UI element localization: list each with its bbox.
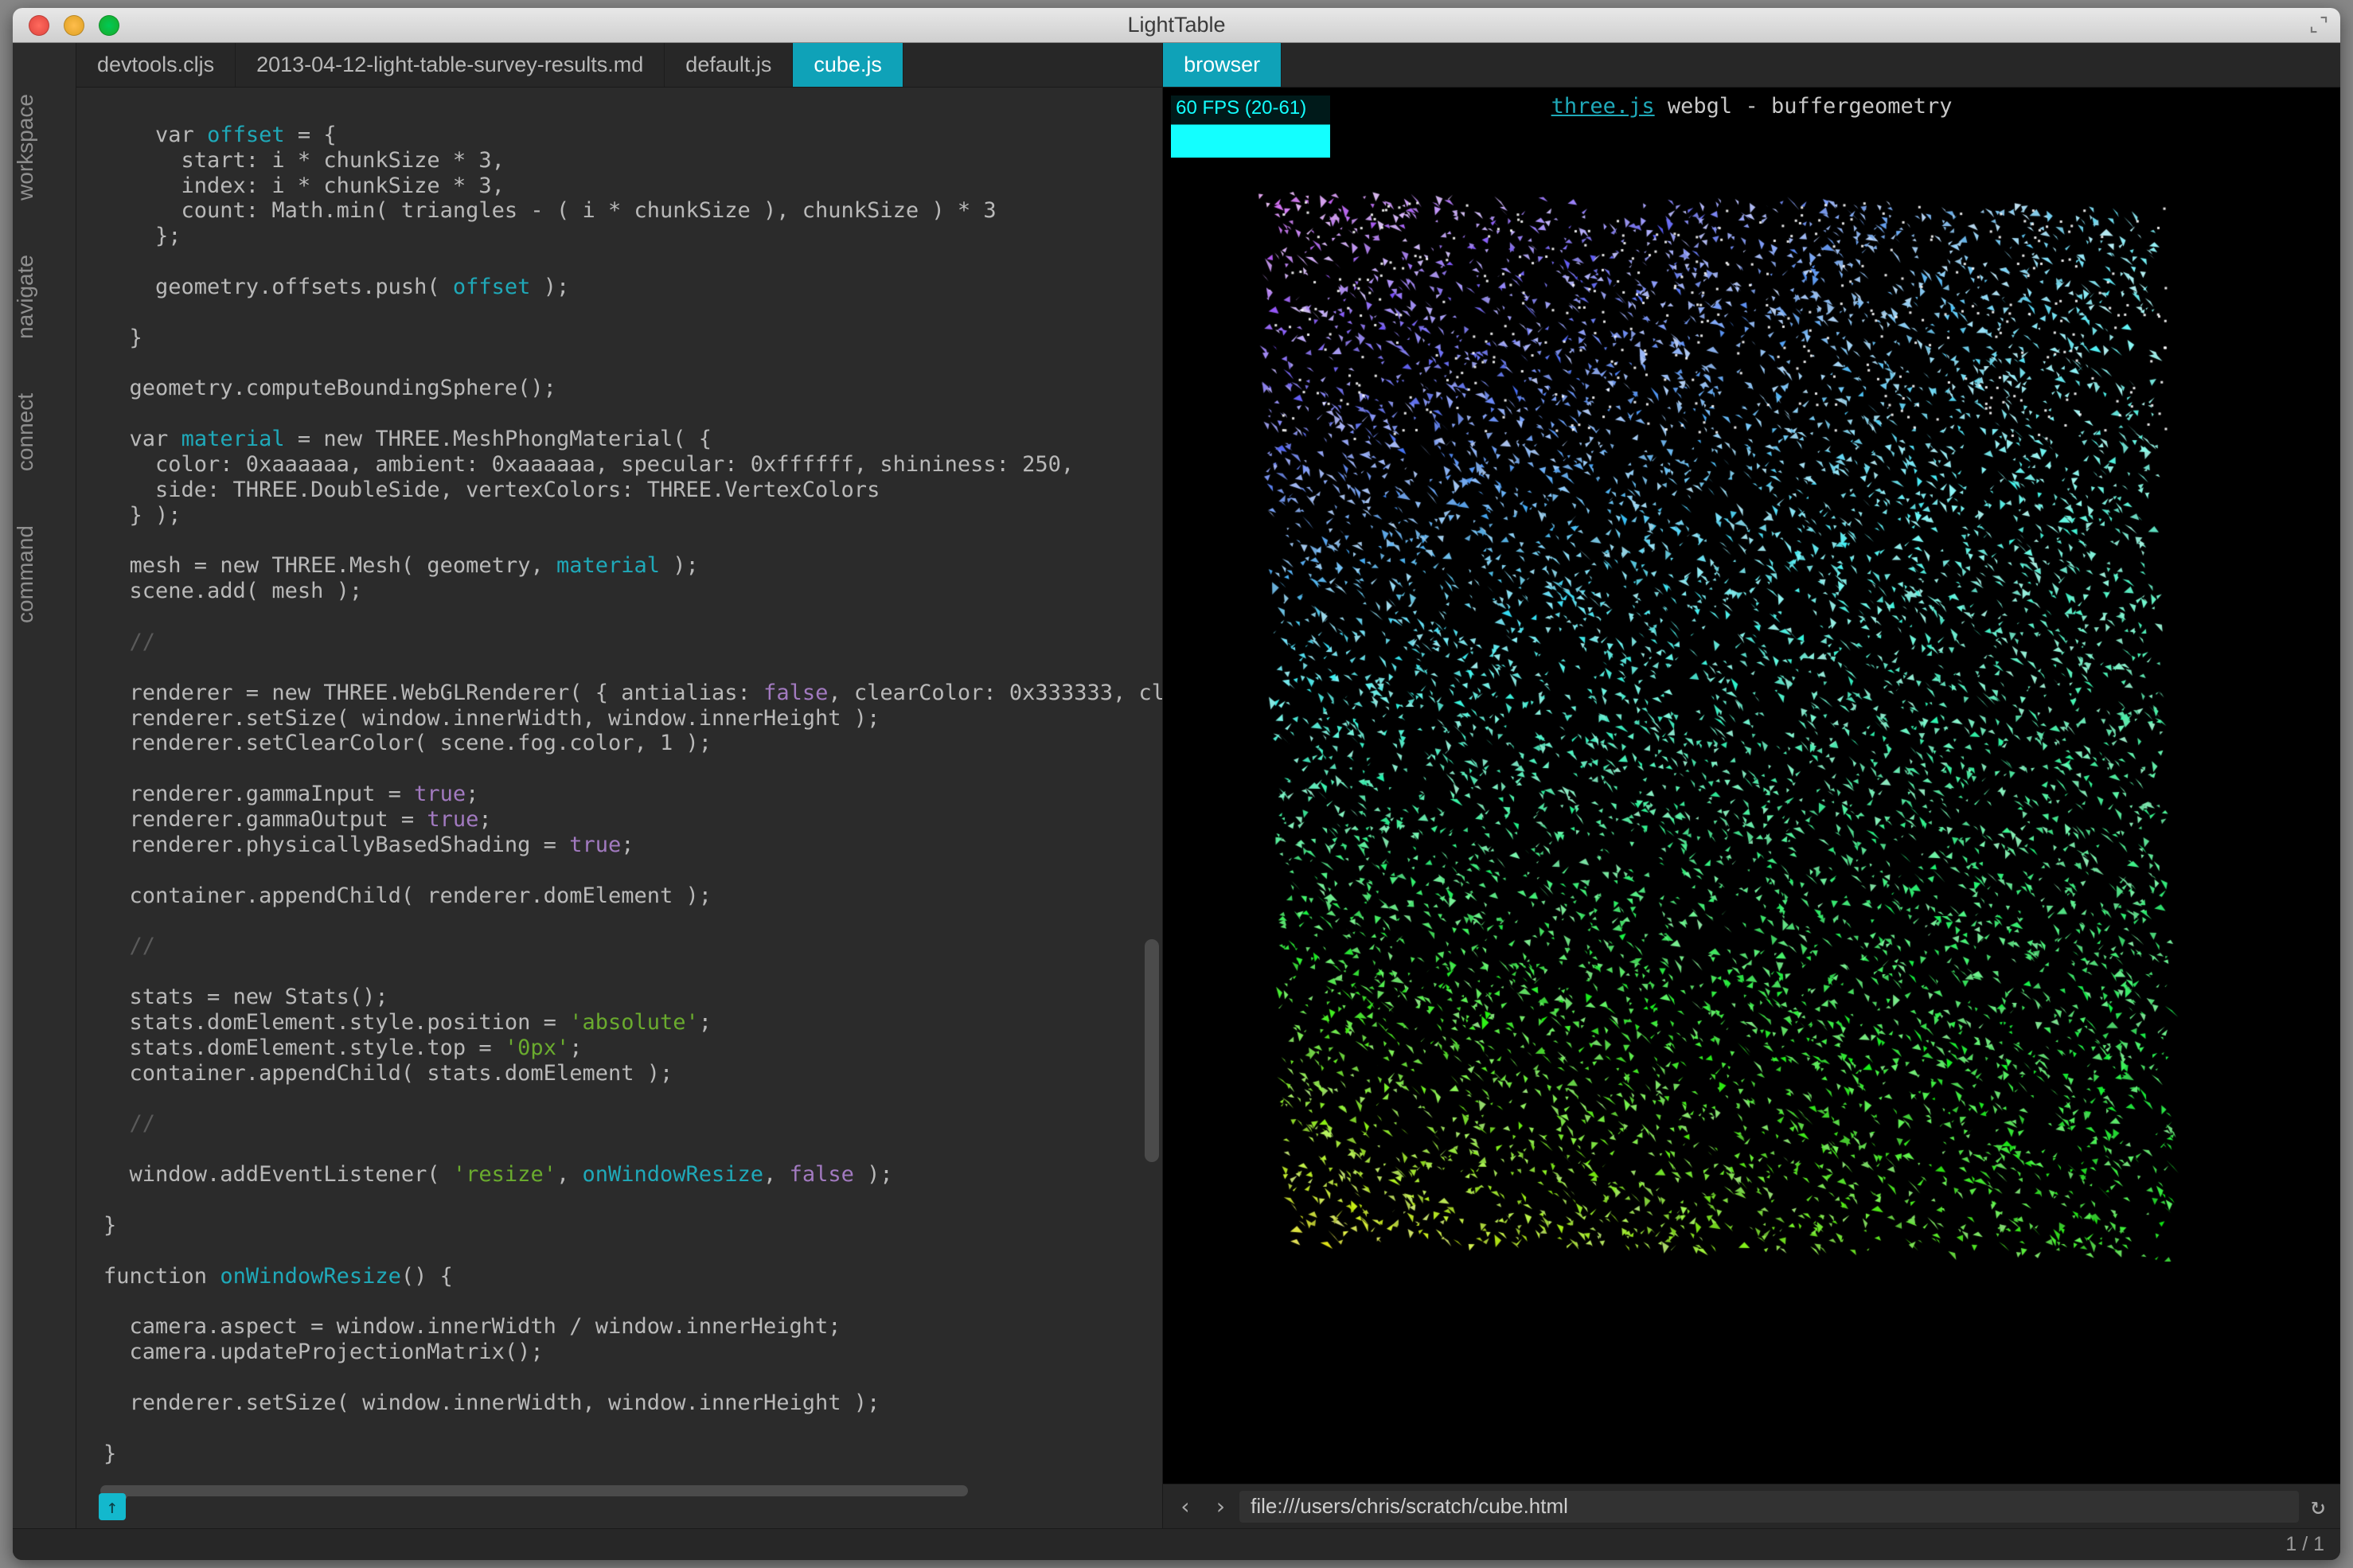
main-area: devtools.cljs 2013-04-12-light-table-sur… — [76, 43, 2340, 1528]
threejs-caption: three.js webgl - buffergeometry — [1163, 94, 2340, 119]
browser-pane: browser 60 FPS (20-61) three.js webgl - … — [1163, 43, 2340, 1528]
sidebar-item-command[interactable]: command — [13, 498, 76, 650]
editor-tabbar: devtools.cljs 2013-04-12-light-table-sur… — [76, 43, 1162, 88]
window-title: LightTable — [13, 13, 2340, 37]
sidebar: workspace navigate connect command — [13, 43, 76, 1528]
nav-forward-button[interactable]: › — [1204, 1491, 1236, 1523]
sidebar-item-workspace[interactable]: workspace — [13, 67, 76, 228]
sidebar-item-navigate[interactable]: navigate — [13, 228, 76, 366]
browser-nav-bar: ‹ › ↻ — [1163, 1484, 2340, 1528]
titlebar: LightTable — [13, 8, 2340, 43]
webgl-canvas — [1243, 167, 2198, 1281]
tab-browser[interactable]: browser — [1163, 43, 1282, 87]
scroll-thumb[interactable] — [1145, 939, 1159, 1162]
fps-graph — [1171, 121, 1330, 158]
statusbar: 1 / 1 — [13, 1528, 2340, 1560]
cursor-position: 1 / 1 — [2285, 1533, 2324, 1556]
tab-default-js[interactable]: default.js — [665, 43, 793, 87]
threejs-text: webgl - buffergeometry — [1655, 94, 1953, 119]
tab-devtools[interactable]: devtools.cljs — [76, 43, 236, 87]
code-editor[interactable]: var offset = { start: i * chunkSize * 3,… — [76, 88, 1162, 1528]
url-input[interactable] — [1239, 1491, 2299, 1523]
nav-back-button[interactable]: ‹ — [1169, 1491, 1201, 1523]
tab-survey-results[interactable]: 2013-04-12-light-table-survey-results.md — [236, 43, 665, 87]
maximize-icon[interactable] — [2308, 14, 2329, 35]
app-window: LightTable workspace navigate connect co… — [13, 8, 2340, 1560]
app-body: workspace navigate connect command devto… — [13, 43, 2340, 1528]
code-content[interactable]: var offset = { start: i * chunkSize * 3,… — [76, 88, 1162, 1528]
sidebar-item-connect[interactable]: connect — [13, 366, 76, 498]
threejs-link[interactable]: three.js — [1551, 94, 1655, 119]
refresh-button[interactable]: ↻ — [2302, 1491, 2334, 1523]
tab-cube-js[interactable]: cube.js — [793, 43, 903, 87]
browser-viewport[interactable]: 60 FPS (20-61) three.js webgl - bufferge… — [1163, 88, 2340, 1484]
editor-indicator[interactable]: ↑ — [99, 1493, 126, 1520]
editor-vertical-scrollbar[interactable] — [1145, 88, 1159, 1528]
editor-pane: devtools.cljs 2013-04-12-light-table-sur… — [76, 43, 1163, 1528]
editor-horizontal-scrollbar[interactable] — [100, 1485, 968, 1496]
browser-tabbar: browser — [1163, 43, 2340, 88]
